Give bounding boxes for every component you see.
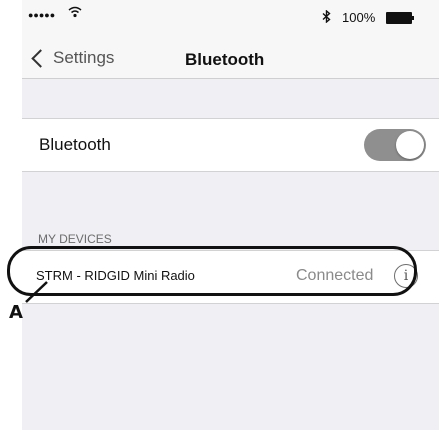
- info-icon[interactable]: i: [394, 264, 418, 288]
- device-status: Connected: [296, 267, 374, 284]
- toggle-knob: [396, 131, 424, 159]
- page-title: Bluetooth: [185, 50, 265, 69]
- battery-icon: [386, 12, 414, 24]
- bluetooth-icon: [322, 9, 331, 26]
- back-button[interactable]: Settings: [30, 44, 114, 72]
- callout-label: A: [9, 302, 23, 323]
- navigation-bar: Settings Bluetooth: [22, 38, 439, 79]
- device-row[interactable]: STRM - RIDGID Mini Radio Connected i: [22, 250, 439, 304]
- my-devices-header: MY DEVICES: [38, 232, 112, 246]
- signal-strength-icon: ●●●●●: [28, 10, 56, 20]
- phone-screen: ●●●●● 100% Settings Bluetooth Bluetooth: [22, 0, 439, 430]
- bluetooth-row: Bluetooth: [22, 118, 439, 172]
- status-bar: ●●●●● 100%: [22, 0, 439, 38]
- device-name: STRM - RIDGID Mini Radio: [36, 268, 195, 283]
- back-button-label: Settings: [53, 48, 115, 67]
- battery-percent: 100%: [342, 10, 376, 25]
- bluetooth-label: Bluetooth: [39, 135, 111, 154]
- chevron-left-icon: [31, 48, 50, 68]
- wifi-icon: [68, 6, 82, 21]
- bluetooth-toggle[interactable]: [364, 129, 426, 161]
